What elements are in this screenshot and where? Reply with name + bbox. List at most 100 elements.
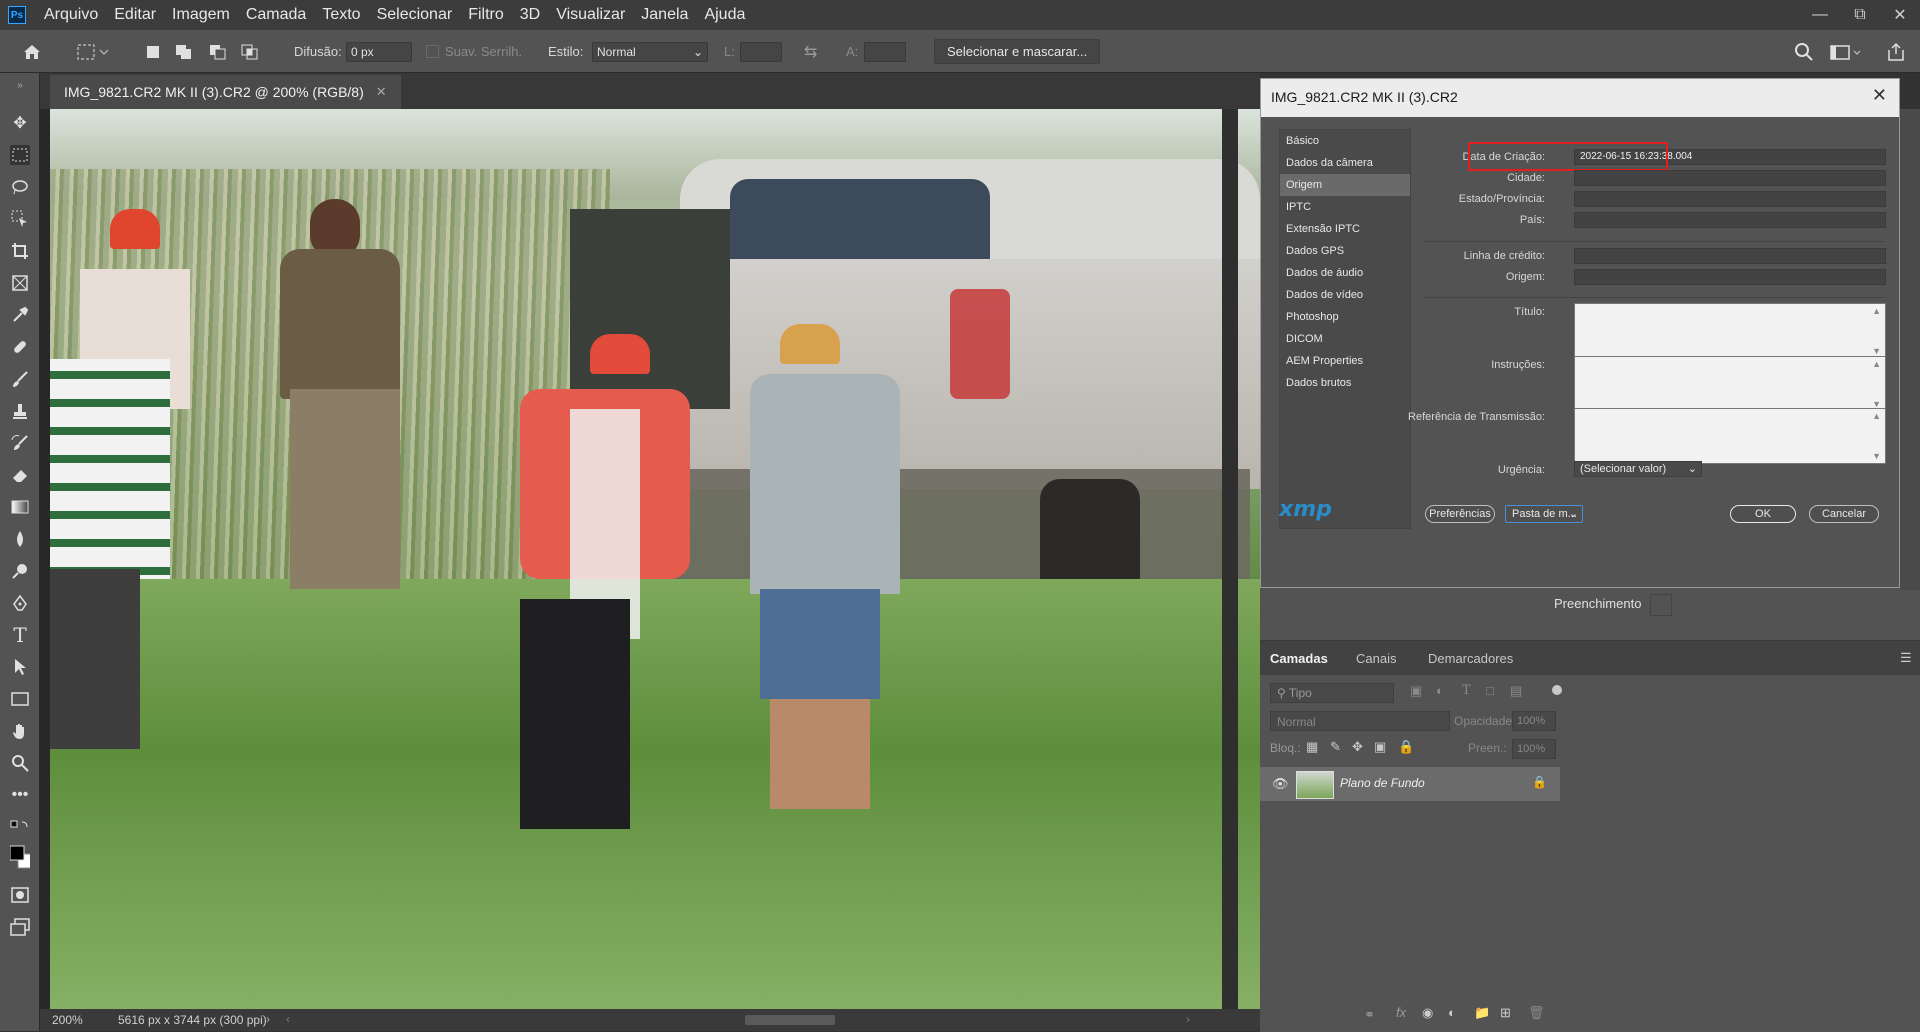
link-layers-icon[interactable]: ⚭ bbox=[1364, 1007, 1375, 1023]
select-and-mask-button[interactable]: Selecionar e mascarar... bbox=[934, 39, 1101, 64]
dodge-tool-icon[interactable] bbox=[10, 561, 30, 581]
visibility-eye-icon[interactable]: 👁 bbox=[1272, 776, 1289, 792]
add-mask-icon[interactable]: ◉ bbox=[1422, 1005, 1433, 1021]
smart-object-filter-icon[interactable]: ▤ bbox=[1510, 683, 1522, 699]
category-dados-gps[interactable]: Dados GPS bbox=[1280, 240, 1410, 262]
type-filter-icon[interactable]: T bbox=[1462, 683, 1471, 698]
fill-option-swatch[interactable] bbox=[1650, 594, 1672, 616]
search-icon[interactable] bbox=[1794, 30, 1814, 73]
category-dados-camera[interactable]: Dados da câmera bbox=[1280, 152, 1410, 174]
restore-icon[interactable]: ⧉ bbox=[1840, 0, 1880, 30]
scroll-down-icon[interactable]: ▼ bbox=[1872, 451, 1881, 461]
vertical-scrollbar[interactable] bbox=[1222, 109, 1238, 1009]
tab-demarcadores[interactable]: Demarcadores bbox=[1428, 641, 1513, 675]
title-field[interactable]: ▲ ▼ bbox=[1574, 303, 1886, 359]
opacity-input[interactable]: 100% bbox=[1512, 711, 1556, 731]
lock-transparent-icon[interactable]: ▦ bbox=[1306, 739, 1318, 755]
urgency-select[interactable]: (Selecionar valor) ⌄ bbox=[1574, 461, 1702, 477]
category-photoshop[interactable]: Photoshop bbox=[1280, 306, 1410, 328]
height-input[interactable] bbox=[864, 41, 906, 62]
menu-camada[interactable]: Camada bbox=[238, 0, 314, 30]
intersect-selection-icon[interactable] bbox=[240, 30, 260, 73]
menu-ajuda[interactable]: Ajuda bbox=[696, 0, 753, 30]
pen-tool-icon[interactable] bbox=[10, 593, 30, 613]
panel-menu-icon[interactable]: ☰ bbox=[1900, 641, 1912, 675]
instructions-field[interactable]: ▲ ▼ bbox=[1574, 356, 1886, 412]
menu-editar[interactable]: Editar bbox=[106, 0, 164, 30]
shape-filter-icon[interactable]: □ bbox=[1486, 683, 1494, 698]
menu-janela[interactable]: Janela bbox=[633, 0, 696, 30]
feather-input[interactable]: 0 px bbox=[346, 41, 412, 62]
category-dicom[interactable]: DICOM bbox=[1280, 328, 1410, 350]
category-iptc[interactable]: IPTC bbox=[1280, 196, 1410, 218]
scroll-down-icon[interactable]: ▼ bbox=[1872, 346, 1881, 356]
lock-image-icon[interactable]: ✎ bbox=[1330, 739, 1341, 755]
delete-layer-icon[interactable]: 🗑 bbox=[1528, 1005, 1545, 1021]
screen-mode-icon[interactable] bbox=[10, 917, 30, 937]
transmission-reference-field[interactable]: ▲ ▼ bbox=[1574, 408, 1886, 464]
preferences-button[interactable]: Preferências bbox=[1425, 505, 1495, 523]
city-field[interactable] bbox=[1574, 170, 1886, 186]
state-field[interactable] bbox=[1574, 191, 1886, 207]
document-tab[interactable]: IMG_9821.CR2 MK II (3).CR2 @ 200% (RGB/8… bbox=[50, 75, 401, 109]
anti-alias-checkbox[interactable] bbox=[426, 45, 439, 58]
new-group-icon[interactable]: 📁 bbox=[1474, 1005, 1490, 1021]
marquee-tool-preset-icon[interactable] bbox=[76, 30, 110, 73]
fill-input[interactable]: 100% bbox=[1512, 739, 1556, 759]
menu-arquivo[interactable]: Arquivo bbox=[36, 0, 106, 30]
subtract-selection-icon[interactable] bbox=[208, 30, 228, 73]
clone-stamp-tool-icon[interactable] bbox=[10, 401, 30, 421]
history-brush-tool-icon[interactable] bbox=[10, 433, 30, 453]
close-tab-icon[interactable]: ✕ bbox=[376, 84, 387, 100]
share-icon[interactable] bbox=[1886, 30, 1906, 73]
category-origem[interactable]: Origem bbox=[1280, 174, 1410, 196]
healing-brush-tool-icon[interactable] bbox=[10, 337, 30, 357]
source-field[interactable] bbox=[1574, 269, 1886, 285]
zoom-tool-icon[interactable] bbox=[10, 753, 30, 773]
category-dados-brutos[interactable]: Dados brutos bbox=[1280, 372, 1410, 394]
move-tool-icon[interactable]: ✥ bbox=[10, 113, 30, 133]
lasso-tool-icon[interactable] bbox=[10, 177, 30, 197]
category-extensao-iptc[interactable]: Extensão IPTC bbox=[1280, 218, 1410, 240]
country-field[interactable] bbox=[1574, 212, 1886, 228]
tab-camadas[interactable]: Camadas bbox=[1270, 641, 1328, 675]
hand-tool-icon[interactable] bbox=[10, 721, 30, 741]
new-selection-icon[interactable] bbox=[144, 30, 162, 73]
frame-tool-icon[interactable] bbox=[10, 273, 30, 293]
type-tool-icon[interactable]: T bbox=[10, 623, 30, 647]
eraser-tool-icon[interactable] bbox=[10, 465, 30, 485]
menu-visualizar[interactable]: Visualizar bbox=[548, 0, 633, 30]
object-selection-tool-icon[interactable] bbox=[10, 209, 30, 229]
panel-scrollbar[interactable] bbox=[1900, 109, 1920, 590]
category-basico[interactable]: Básico bbox=[1280, 130, 1410, 152]
zoom-level[interactable]: 200% bbox=[52, 1013, 83, 1027]
eyedropper-tool-icon[interactable] bbox=[10, 305, 30, 325]
menu-selecionar[interactable]: Selecionar bbox=[369, 0, 461, 30]
canvas-area[interactable] bbox=[40, 109, 1260, 1009]
rectangle-tool-icon[interactable] bbox=[10, 689, 30, 709]
credit-line-field[interactable] bbox=[1574, 248, 1886, 264]
menu-filtro[interactable]: Filtro bbox=[460, 0, 512, 30]
swap-dimensions-icon[interactable]: ⇆ bbox=[804, 30, 817, 73]
category-dados-video[interactable]: Dados de vídeo bbox=[1280, 284, 1410, 306]
layer-row[interactable]: 👁 Plano de Fundo 🔒 bbox=[1260, 767, 1560, 801]
workspace-icon[interactable] bbox=[1830, 30, 1864, 73]
quick-mask-icon[interactable] bbox=[10, 885, 30, 905]
blend-mode-select[interactable]: Normal bbox=[1270, 711, 1450, 731]
fx-icon[interactable]: fx bbox=[1396, 1005, 1406, 1020]
swap-colors-icon[interactable] bbox=[10, 815, 30, 835]
horizontal-scroll-thumb[interactable] bbox=[745, 1015, 835, 1025]
more-tools-icon[interactable]: ••• bbox=[10, 785, 30, 805]
filter-toggle-icon[interactable] bbox=[1552, 685, 1562, 695]
pixel-filter-icon[interactable]: ▣ bbox=[1410, 683, 1422, 699]
layer-filter-select[interactable]: ⚲ Tipo bbox=[1270, 683, 1394, 703]
template-folder-button[interactable]: Pasta de m... ⌄ bbox=[1505, 505, 1583, 523]
status-menu-arrow-icon[interactable]: › bbox=[266, 1012, 270, 1026]
gradient-tool-icon[interactable] bbox=[10, 497, 30, 517]
lock-all-icon[interactable]: 🔒 bbox=[1398, 739, 1414, 755]
home-icon[interactable] bbox=[22, 30, 42, 73]
menu-texto[interactable]: Texto bbox=[314, 0, 368, 30]
new-layer-icon[interactable]: ⊞ bbox=[1500, 1005, 1511, 1021]
style-select[interactable]: Normal ⌄ bbox=[592, 41, 708, 62]
crop-tool-icon[interactable] bbox=[10, 241, 30, 261]
